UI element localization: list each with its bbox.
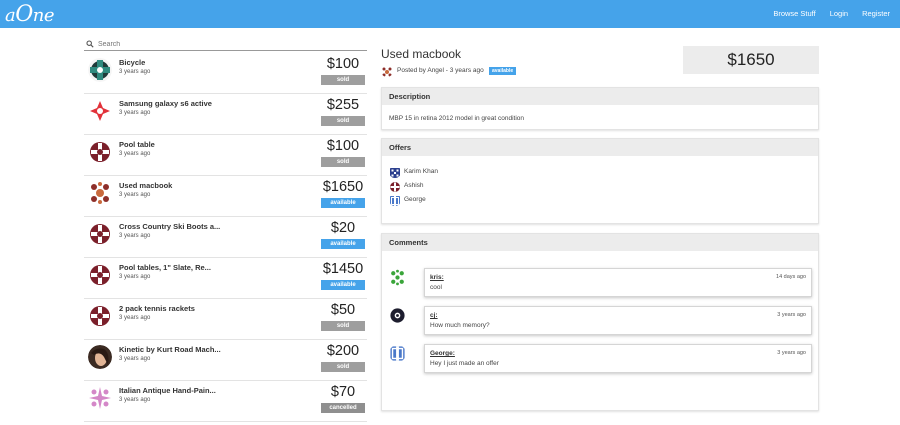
offers-panel: Offers Karim Khan Ashish George — [381, 138, 819, 224]
list-item[interactable]: Pool tables, 1" Slate, Re... 3 years ago… — [84, 258, 367, 299]
item-price: $1650 — [322, 179, 364, 195]
detail-price: $1650 — [683, 46, 819, 74]
item-time: 3 years ago — [119, 356, 151, 362]
avatar — [389, 345, 406, 362]
list-item[interactable]: 2 pack tennis rackets 3 years ago $50 so… — [84, 299, 367, 340]
item-title: Used macbook — [119, 181, 173, 190]
item-time: 3 years ago — [119, 233, 151, 239]
description-panel: Description MBP 15 in retina 2012 model … — [381, 87, 819, 130]
item-price: $20 — [330, 220, 356, 236]
avatar — [88, 181, 112, 205]
comment-time: 3 years ago — [777, 350, 806, 356]
comment-text: cool — [430, 284, 442, 291]
item-title: Italian Antique Hand-Pain... — [119, 386, 216, 395]
item-price: $200 — [326, 343, 360, 359]
avatar — [88, 140, 112, 164]
avatar — [88, 58, 112, 82]
item-price: $70 — [330, 384, 356, 400]
status-badge: sold — [321, 157, 365, 167]
comment: cj: 3 years ago How much memory? — [424, 306, 812, 335]
item-time: 3 years ago — [119, 192, 151, 198]
status-badge: available — [321, 280, 365, 290]
search-input[interactable] — [98, 39, 358, 50]
comment-text: How much memory? — [430, 322, 490, 329]
search-icon — [86, 40, 94, 48]
status-badge: available — [321, 198, 365, 208]
item-title: Samsung galaxy s6 active — [119, 99, 212, 108]
comments-panel: Comments kris: 14 days ago cool cj: 3 ye… — [381, 233, 819, 411]
item-title: Pool tables, 1" Slate, Re... — [119, 263, 211, 272]
item-title: 2 pack tennis rackets — [119, 304, 195, 313]
avatar — [88, 222, 112, 246]
item-time: 3 years ago — [119, 69, 151, 75]
comment: kris: 14 days ago cool — [424, 268, 812, 297]
description-text: MBP 15 in retina 2012 model in great con… — [389, 115, 525, 122]
avatar — [381, 65, 393, 77]
item-price: $50 — [330, 302, 356, 318]
offer-name: George — [404, 196, 426, 203]
search-bar — [84, 39, 367, 51]
item-price: $1450 — [322, 261, 364, 277]
list-item[interactable]: Italian Antique Hand-Pain... 3 years ago… — [84, 381, 367, 422]
nav-browse-stuff[interactable]: Browse Stuff — [773, 9, 815, 18]
item-price: $255 — [326, 97, 360, 113]
comment-text: Hey I just made an offer — [430, 360, 499, 367]
offers-heading: Offers — [382, 139, 818, 156]
offer-name: Karim Khan — [404, 168, 438, 175]
comment-time: 3 years ago — [777, 312, 806, 318]
avatar — [389, 307, 406, 324]
list-item[interactable]: Cross Country Ski Boots a... 3 years ago… — [84, 217, 367, 258]
item-price: $100 — [326, 56, 360, 72]
brand-logo[interactable]: aOne — [5, 2, 55, 27]
item-title: Kinetic by Kurt Road Mach... — [119, 345, 221, 354]
top-navbar: aOne Browse Stuff Login Register — [0, 0, 900, 28]
item-time: 3 years ago — [119, 110, 151, 116]
item-price: $100 — [326, 138, 360, 154]
item-title: Cross Country Ski Boots a... — [119, 222, 221, 231]
status-badge: available — [489, 67, 517, 75]
avatar — [88, 345, 112, 369]
avatar — [389, 269, 406, 286]
nav-links: Browse Stuff Login Register — [773, 9, 890, 18]
list-item[interactable]: Kinetic by Kurt Road Mach... 3 years ago… — [84, 340, 367, 381]
comment-time: 14 days ago — [776, 274, 806, 280]
list-item[interactable]: Samsung galaxy s6 active 3 years ago $25… — [84, 94, 367, 135]
item-time: 3 years ago — [119, 274, 151, 280]
status-badge: sold — [321, 321, 365, 331]
listing-list: Bicycle 3 years ago $100 sold Samsung ga… — [84, 53, 367, 422]
avatar — [389, 180, 401, 192]
avatar — [88, 263, 112, 287]
item-time: 3 years ago — [119, 397, 151, 403]
status-badge: sold — [321, 362, 365, 372]
avatar — [88, 304, 112, 328]
avatar — [389, 166, 401, 178]
item-time: 3 years ago — [119, 151, 151, 157]
item-title: Bicycle — [119, 58, 146, 67]
comment-author[interactable]: cj: — [430, 312, 438, 319]
item-title: Pool table — [119, 140, 155, 149]
offer-name: Ashish — [404, 182, 424, 189]
item-time: 3 years ago — [119, 315, 151, 321]
status-badge: sold — [321, 116, 365, 126]
detail-title: Used macbook — [381, 47, 462, 61]
nav-login[interactable]: Login — [830, 9, 848, 18]
avatar — [389, 194, 401, 206]
status-badge: cancelled — [321, 403, 365, 413]
avatar — [88, 386, 112, 410]
comment: George: 3 years ago Hey I just made an o… — [424, 344, 812, 373]
list-item[interactable]: Used macbook 3 years ago $1650 available — [84, 176, 367, 217]
comment-author[interactable]: George: — [430, 350, 455, 357]
nav-register[interactable]: Register — [862, 9, 890, 18]
comments-heading: Comments — [382, 234, 818, 251]
status-badge: sold — [321, 75, 365, 85]
status-badge: available — [321, 239, 365, 249]
comment-author[interactable]: kris: — [430, 274, 444, 281]
list-item[interactable]: Pool table 3 years ago $100 sold — [84, 135, 367, 176]
list-item[interactable]: Bicycle 3 years ago $100 sold — [84, 53, 367, 94]
description-heading: Description — [382, 88, 818, 105]
avatar — [88, 99, 112, 123]
posted-by-text: Posted by Angel - 3 years ago — [397, 67, 484, 74]
